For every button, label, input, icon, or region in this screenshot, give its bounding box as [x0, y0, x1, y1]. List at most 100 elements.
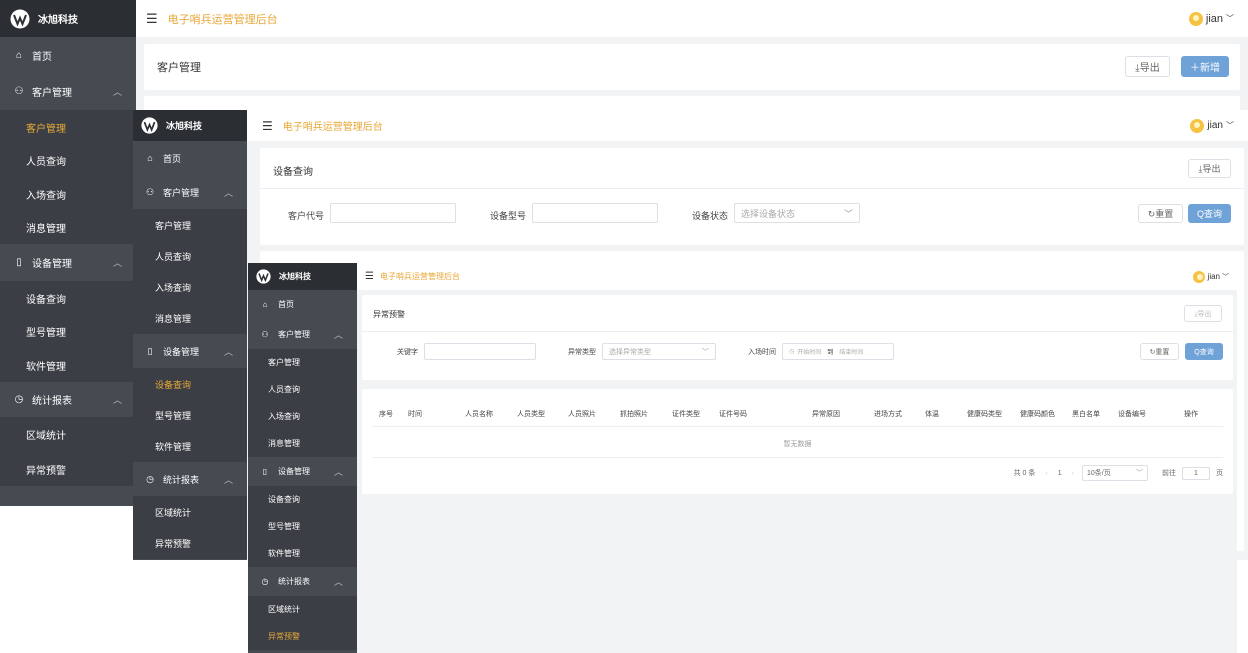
- customer-code-input[interactable]: [330, 203, 456, 223]
- menu-toggle-icon[interactable]: ☰: [365, 271, 374, 282]
- sidebar-item-home[interactable]: ⌂ 首页: [0, 37, 136, 73]
- page-number[interactable]: 1: [1058, 470, 1062, 477]
- table-column-header: 操作: [1184, 411, 1198, 418]
- sidebar-item-label: 设备管理: [278, 467, 310, 476]
- sidebar-item-person-query[interactable]: 人员查询: [0, 144, 136, 177]
- keyword-label: 关键字: [397, 349, 418, 356]
- user-name: jian: [1207, 272, 1220, 281]
- sidebar-item-message-management[interactable]: 消息管理: [0, 211, 136, 244]
- sidebar-item-customer-management[interactable]: 客户管理: [248, 349, 357, 376]
- sidebar-group-stats[interactable]: ◷ 统计报表 ︿: [0, 382, 136, 417]
- sidebar-group-device[interactable]: ▯ 设备管理 ︿: [133, 334, 247, 368]
- sidebar-item-label: 型号管理: [26, 328, 66, 339]
- sidebar: 冰旭科技 ⌂ 首页 ⚇ 客户管理 ︿ 客户管理 人员查询 入场查询 消息管理 ▯ 设备管…: [133, 110, 247, 560]
- sidebar: 冰旭科技 ⌂ 首页 ⚇ 客户管理 ︿ 客户管理 人员查询 入场查询 消息管理 ▯ 设备管…: [0, 0, 136, 506]
- stats-submenu: 区域统计 异常预警: [0, 417, 136, 486]
- brand-logo-icon: [141, 117, 158, 134]
- sidebar-item-software-management[interactable]: 软件管理: [248, 540, 357, 567]
- menu-toggle-icon[interactable]: ☰: [146, 11, 158, 27]
- sidebar-item-person-query[interactable]: 人员查询: [133, 241, 247, 272]
- user-menu[interactable]: jian ﹀: [1190, 118, 1234, 133]
- sidebar-item-customer-management[interactable]: 客户管理: [133, 209, 247, 241]
- sidebar-item-label: 异常预警: [268, 632, 300, 641]
- export-button[interactable]: ⤓导出: [1188, 159, 1231, 178]
- table-column-header: 健康码类型: [967, 411, 1002, 418]
- sidebar-item-label: 客户管理: [163, 187, 200, 198]
- chevron-up-icon: ︿: [223, 474, 233, 485]
- sidebar-group-stats[interactable]: ◷ 统计报表 ︿: [248, 567, 357, 596]
- reset-button[interactable]: ↻重置: [1138, 204, 1183, 223]
- prev-page-button[interactable]: ‹: [1045, 470, 1047, 477]
- sidebar-item-label: 区域统计: [26, 431, 66, 442]
- export-button[interactable]: ⤓导出: [1125, 56, 1170, 77]
- table-column-header: 体温: [925, 411, 939, 418]
- user-name: jian: [1205, 12, 1223, 25]
- sidebar-item-label: 统计报表: [163, 474, 200, 485]
- page-size-select[interactable]: 10条/页 ﹀: [1082, 465, 1148, 481]
- header: ☰ 电子哨兵运营管理后台 jian ﹀: [136, 0, 1248, 37]
- sidebar-group-device[interactable]: ▯ 设备管理 ︿: [248, 457, 357, 486]
- sidebar-item-home[interactable]: ⌂ 首页: [248, 290, 357, 319]
- sidebar-item-anomaly-alert[interactable]: 异常预警: [248, 623, 357, 650]
- entry-time-label: 入场时间: [748, 349, 776, 356]
- sidebar-item-region-stats[interactable]: 区域统计: [0, 417, 136, 452]
- sidebar-item-message-management[interactable]: 消息管理: [248, 430, 357, 457]
- add-button[interactable]: ＋新增: [1181, 56, 1229, 77]
- table-column-header: 设备编号: [1118, 411, 1146, 418]
- chevron-down-icon: ﹀: [1222, 273, 1229, 281]
- user-menu[interactable]: jian ﹀: [1188, 11, 1234, 26]
- sidebar-group-customer[interactable]: ⚇ 客户管理 ︿: [0, 73, 136, 110]
- sidebar-item-label: 软件管理: [155, 442, 192, 452]
- export-button[interactable]: ⤓导出: [1184, 305, 1222, 322]
- next-page-button[interactable]: ›: [1072, 470, 1074, 477]
- query-button[interactable]: Q查询: [1185, 343, 1223, 360]
- sidebar-group-stats[interactable]: ◷ 统计报表 ︿: [133, 462, 247, 496]
- sidebar-item-entry-query[interactable]: 入场查询: [0, 177, 136, 211]
- sidebar-item-region-stats[interactable]: 区域统计: [133, 496, 247, 528]
- sidebar-group-device[interactable]: ▯ 设备管理 ︿: [0, 244, 136, 281]
- sidebar-item-device-query[interactable]: 设备查询: [133, 368, 247, 400]
- sidebar-item-label: 首页: [278, 300, 294, 309]
- sidebar-item-person-query[interactable]: 人员查询: [248, 376, 357, 403]
- table-column-header: 证件类型: [672, 411, 700, 418]
- page-title: 设备查询: [273, 167, 313, 178]
- sidebar-item-anomaly-alert[interactable]: 异常预警: [133, 528, 247, 559]
- reset-button[interactable]: ↻重置: [1140, 343, 1179, 360]
- pagination: 共 0 条 ‹ 1 › 10条/页 ﹀ 前往 1 页: [1014, 465, 1223, 481]
- sidebar-item-model-management[interactable]: 型号管理: [133, 400, 247, 431]
- sidebar-item-label: 区域统计: [155, 507, 192, 518]
- anomaly-type-select[interactable]: 选择异常类型 ﹀: [602, 343, 716, 360]
- sidebar-item-model-management[interactable]: 型号管理: [0, 315, 136, 348]
- sidebar-item-label: 消息管理: [155, 314, 192, 324]
- goto-label: 前往: [1162, 470, 1176, 477]
- sidebar-group-customer[interactable]: ⚇ 客户管理 ︿: [133, 175, 247, 209]
- sidebar-item-label: 人员查询: [155, 252, 192, 262]
- sidebar-group-customer[interactable]: ⚇ 客户管理 ︿: [248, 319, 357, 349]
- sidebar-item-device-query[interactable]: 设备查询: [0, 281, 136, 315]
- sidebar-item-device-query[interactable]: 设备查询: [248, 486, 357, 513]
- sidebar-item-message-management[interactable]: 消息管理: [133, 303, 247, 334]
- table-column-header: 证件号码: [719, 411, 747, 418]
- menu-toggle-icon[interactable]: ☰: [262, 119, 273, 133]
- sidebar-item-software-management[interactable]: 软件管理: [0, 348, 136, 382]
- sidebar-item-software-management[interactable]: 软件管理: [133, 431, 247, 462]
- sidebar-item-entry-query[interactable]: 入场查询: [133, 272, 247, 303]
- sidebar-item-region-stats[interactable]: 区域统计: [248, 596, 357, 623]
- keyword-input[interactable]: [424, 343, 536, 360]
- sidebar-item-customer-management[interactable]: 客户管理: [0, 110, 136, 144]
- sidebar-item-label: 入场查询: [26, 190, 66, 202]
- query-button[interactable]: Q查询: [1188, 204, 1231, 223]
- date-range-picker[interactable]: ◷ 开始时间 到 结束时间: [782, 343, 894, 360]
- sidebar-item-label: 异常预警: [26, 465, 66, 477]
- goto-page-input[interactable]: 1: [1182, 466, 1210, 480]
- table-card: 序号 时间 人员名称 人员类型 人员照片 抓拍照片 证件类型 证件号码 异常原因 进场方式 体温 健康…: [362, 389, 1233, 494]
- device-model-input[interactable]: [532, 203, 658, 223]
- sidebar-item-home[interactable]: ⌂ 首页: [133, 141, 247, 175]
- device-status-select[interactable]: 选择设备状态 ﹀: [734, 203, 860, 223]
- table-column-header: 人员名称: [465, 411, 493, 418]
- user-menu[interactable]: jian ﹀: [1192, 270, 1229, 283]
- sidebar-item-entry-query[interactable]: 入场查询: [248, 403, 357, 430]
- sidebar-item-anomaly-alert[interactable]: 异常预警: [0, 452, 136, 486]
- sidebar-item-model-management[interactable]: 型号管理: [248, 513, 357, 540]
- chevron-up-icon: ︿: [333, 467, 343, 477]
